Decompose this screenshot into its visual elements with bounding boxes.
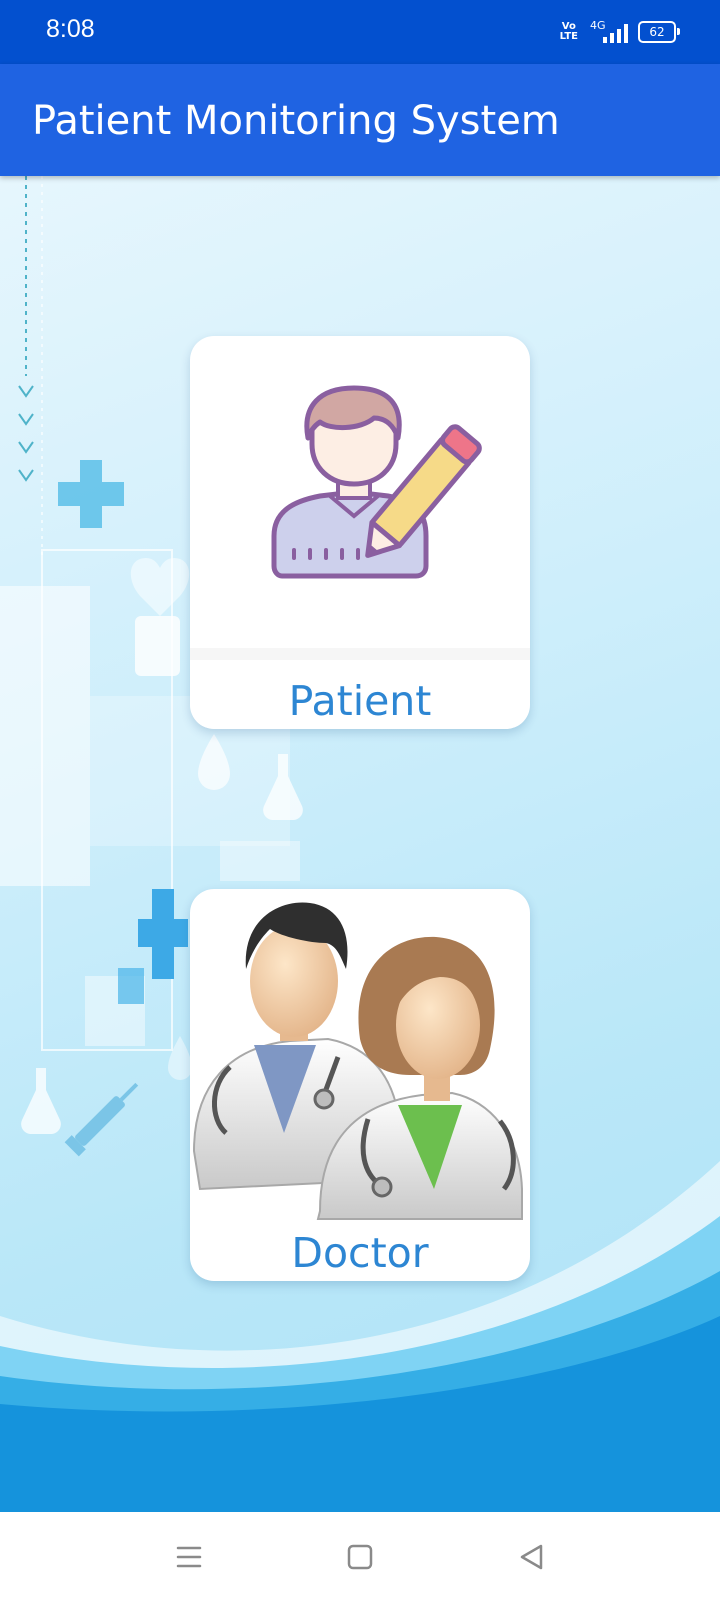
patient-card[interactable]: Patient (190, 336, 530, 729)
status-bar: 8:08 Vo LTE 4G 62 (0, 0, 720, 64)
back-icon[interactable] (512, 1537, 552, 1577)
main-content: Patient Doctor (0, 176, 720, 1512)
status-time: 8:08 (46, 15, 95, 43)
battery-level: 62 (649, 25, 665, 39)
card-divider (190, 648, 530, 660)
doctor-label: Doctor (291, 1229, 429, 1277)
battery-icon: 62 (638, 21, 680, 43)
volte-icon: Vo LTE (559, 21, 578, 42)
menu-icon[interactable] (169, 1537, 209, 1577)
patient-edit-icon (271, 385, 482, 579)
app-title: Patient Monitoring System (32, 98, 560, 144)
app-bar: Patient Monitoring System (0, 64, 720, 176)
signal-icon: 4G (588, 19, 628, 45)
status-icons: Vo LTE 4G 62 (559, 18, 680, 46)
doctor-card[interactable]: Doctor (190, 889, 530, 1281)
home-icon[interactable] (340, 1537, 380, 1577)
doctors-icon (192, 902, 523, 1220)
navigation-bar (0, 1512, 720, 1600)
patient-label: Patient (288, 677, 432, 725)
